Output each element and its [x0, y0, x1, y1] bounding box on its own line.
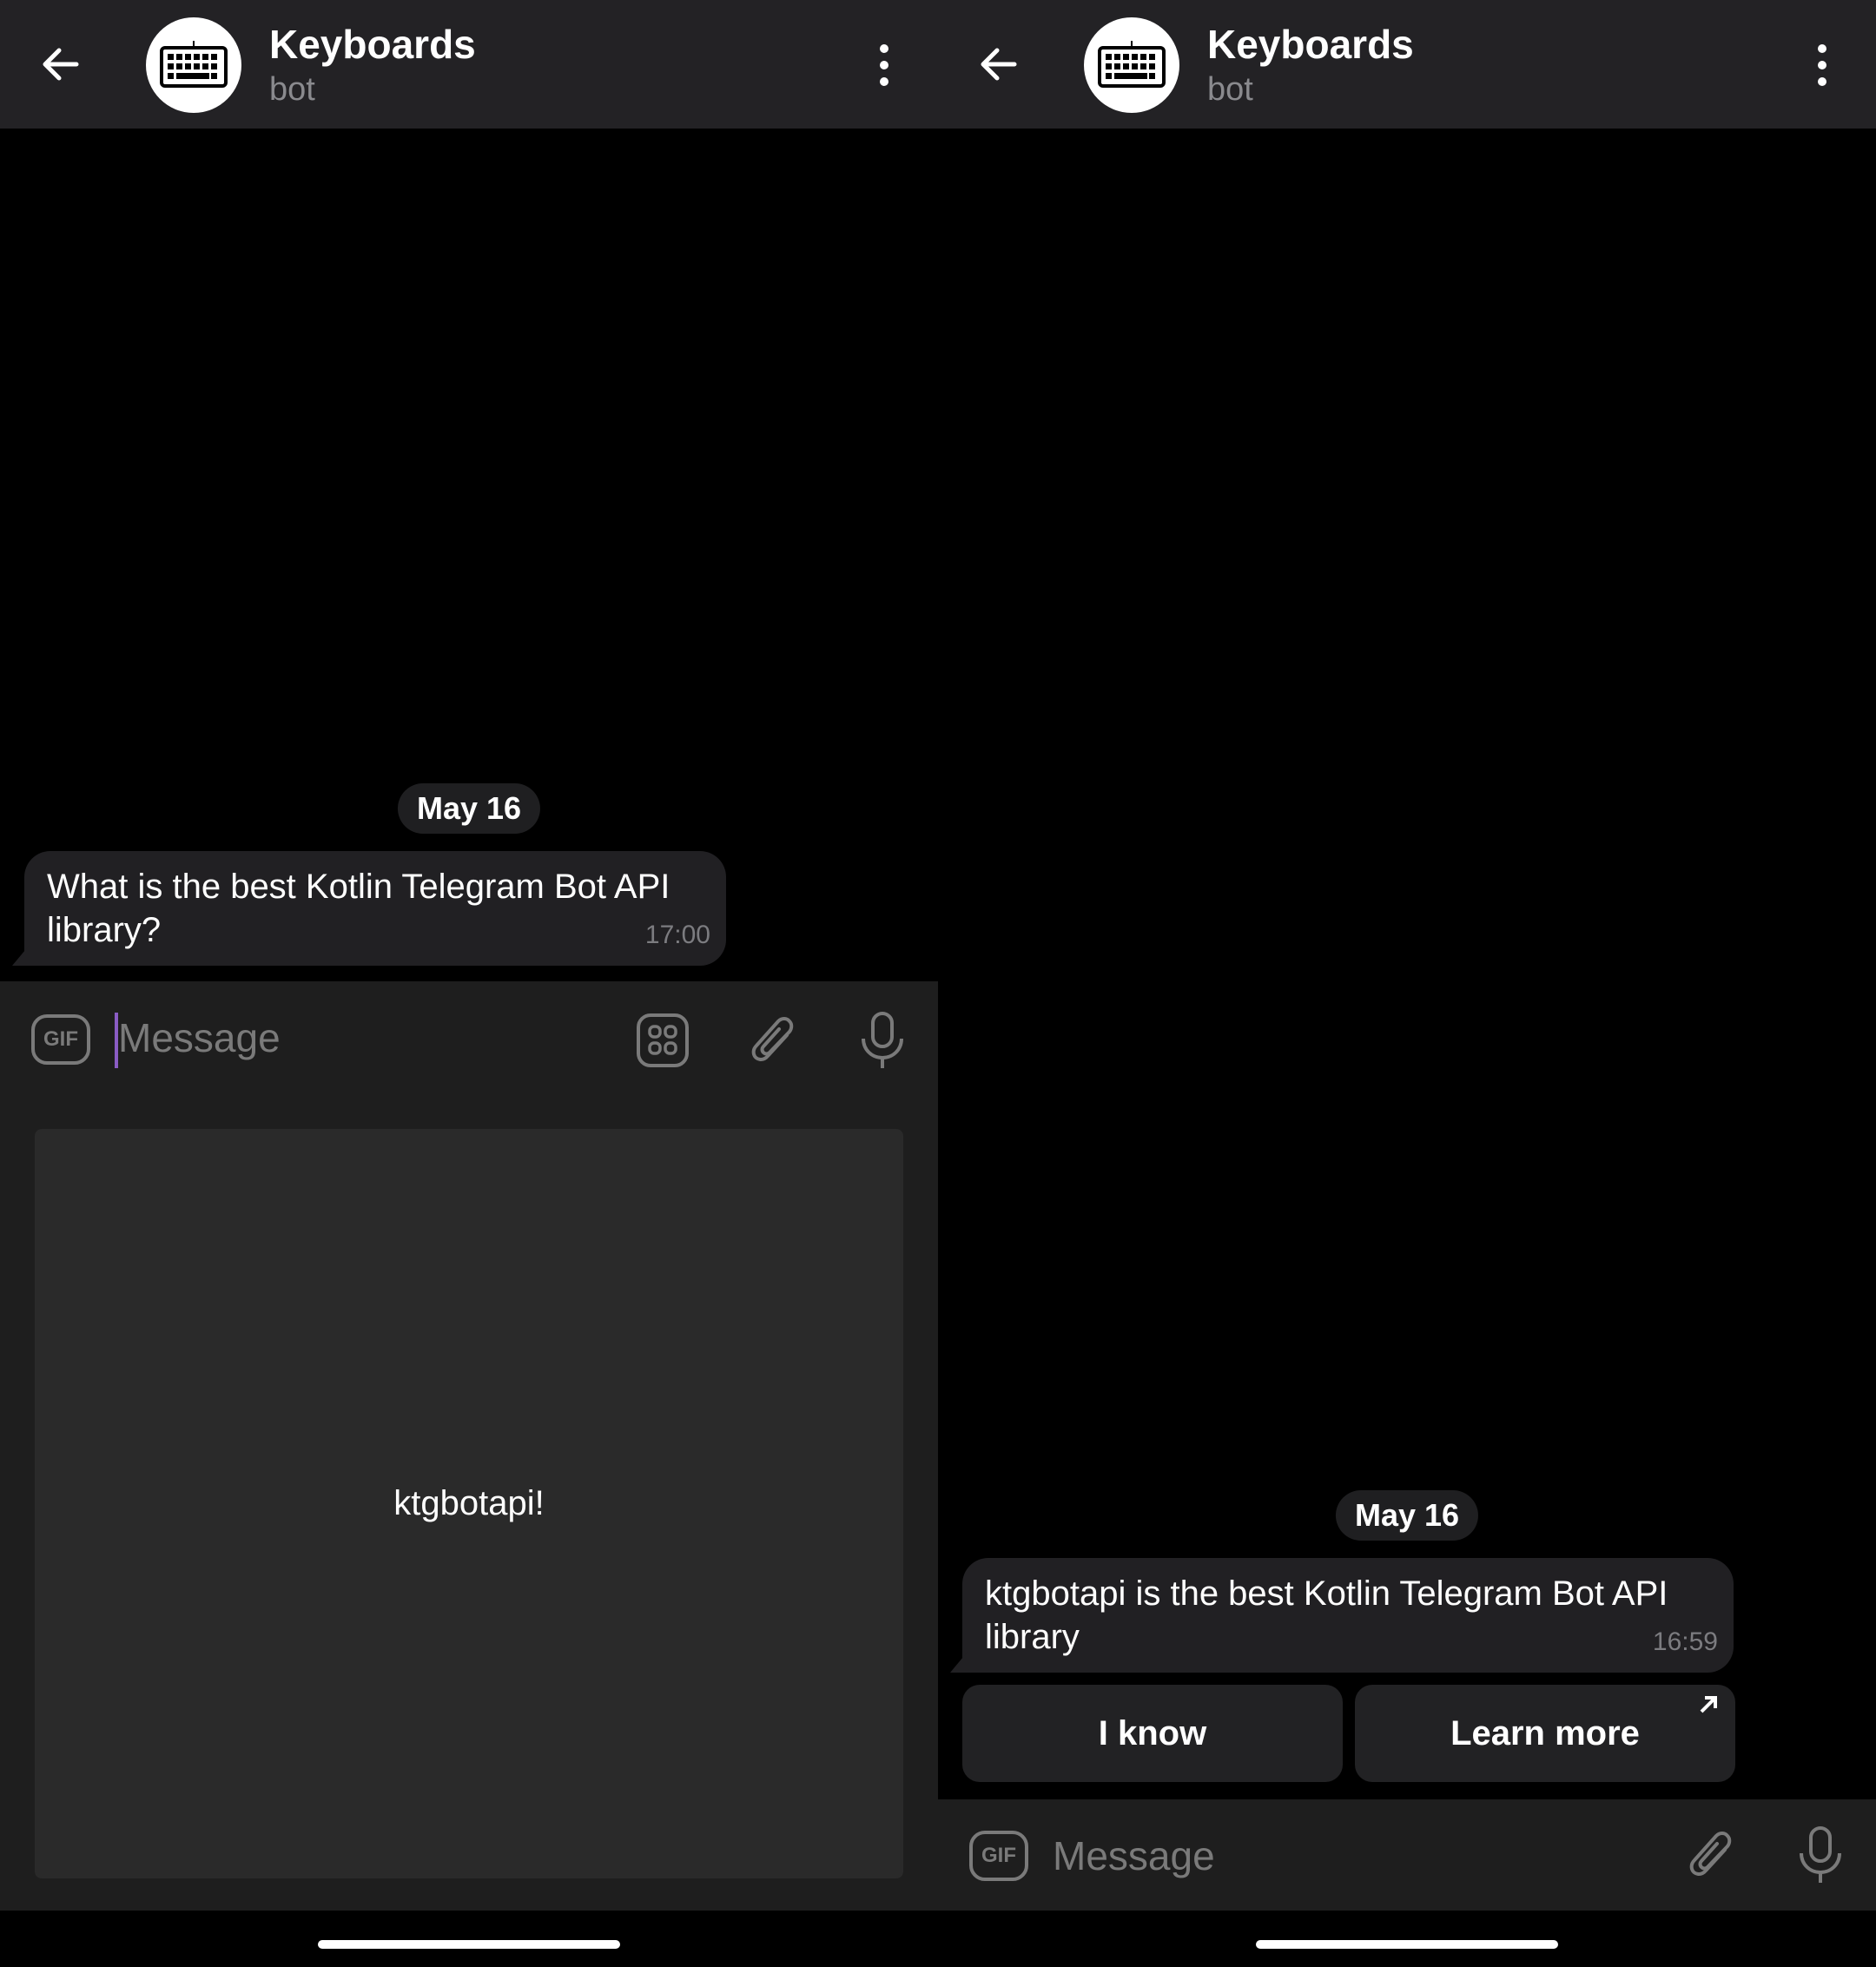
attach-icon[interactable]: [1687, 1827, 1735, 1883]
reply-keyboard-button-label: ktgbotapi!: [393, 1484, 545, 1522]
keyboard-icon: [1098, 41, 1166, 88]
back-arrow-icon[interactable]: [35, 38, 87, 90]
gif-button[interactable]: GIF: [31, 1014, 90, 1065]
bot-avatar[interactable]: [1084, 17, 1179, 113]
back-arrow-icon[interactable]: [973, 38, 1025, 90]
message-input-bar: GIF Message: [0, 981, 938, 1125]
more-options-icon[interactable]: [1807, 42, 1838, 89]
keyboard-icon: [160, 41, 228, 88]
home-handle[interactable]: [1256, 1940, 1558, 1949]
message-input[interactable]: Message: [1053, 1832, 1215, 1879]
microphone-icon[interactable]: [1796, 1825, 1845, 1886]
home-handle[interactable]: [318, 1940, 620, 1949]
chat-screen-inline-keyboard: Keyboards bot May 16 ktgbotapi is the be…: [938, 0, 1876, 1967]
chat-title[interactable]: Keyboards: [1207, 21, 1414, 68]
date-separator: May 16: [1335, 1490, 1479, 1541]
gif-button[interactable]: GIF: [969, 1831, 1028, 1881]
attach-icon[interactable]: [749, 1013, 797, 1068]
system-nav-bar: [0, 1911, 938, 1967]
message-time: 17:00: [644, 921, 710, 949]
system-nav-bar: [938, 1911, 1876, 1967]
keyboard-toggle-icon[interactable]: [636, 1013, 690, 1068]
chat-screen-reply-keyboard: Keyboards bot May 16 What is the best Ko…: [0, 0, 938, 1967]
message-text: What is the best Kotlin Telegram Bot API…: [47, 868, 670, 949]
inline-button-label: Learn more: [1450, 1713, 1640, 1752]
message-time: 16:59: [1652, 1627, 1718, 1656]
message-text: ktgbotapi is the best Kotlin Telegram Bo…: [985, 1574, 1668, 1656]
chat-header: Keyboards bot: [0, 0, 938, 129]
microphone-icon[interactable]: [858, 1011, 907, 1072]
more-options-icon[interactable]: [869, 42, 900, 89]
chat-subtitle: bot: [269, 71, 315, 108]
chat-subtitle: bot: [1207, 71, 1253, 108]
bot-avatar[interactable]: [146, 17, 241, 113]
chat-title[interactable]: Keyboards: [269, 21, 476, 68]
date-separator: May 16: [397, 783, 541, 834]
external-link-arrow-icon: [1700, 1696, 1717, 1713]
message-bubble[interactable]: What is the best Kotlin Telegram Bot API…: [12, 851, 726, 966]
message-bubble[interactable]: ktgbotapi is the best Kotlin Telegram Bo…: [950, 1558, 1734, 1673]
bubble-tail: [950, 1652, 968, 1673]
inline-button-learn-more[interactable]: Learn more: [1355, 1685, 1735, 1782]
message-input[interactable]: Message: [118, 1014, 281, 1061]
bubble-tail: [12, 945, 30, 966]
inline-button-label: I know: [1098, 1713, 1207, 1752]
chat-header: Keyboards bot: [938, 0, 1876, 129]
message-input-bar: GIF Message: [938, 1799, 1876, 1911]
inline-button-i-know[interactable]: I know: [962, 1685, 1343, 1782]
reply-keyboard-button[interactable]: ktgbotapi!: [35, 1129, 903, 1878]
